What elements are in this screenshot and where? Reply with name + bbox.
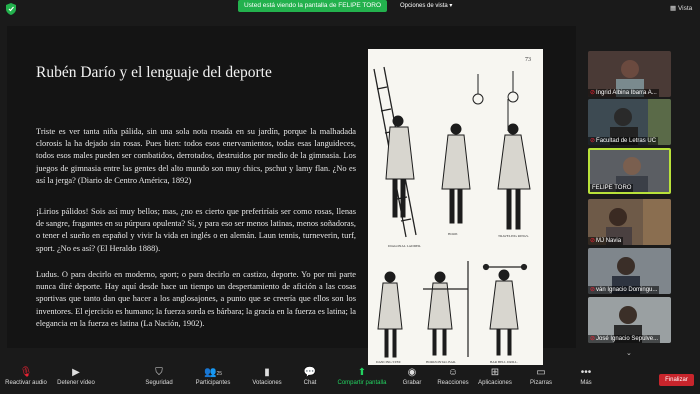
more-dots-icon: ••• (580, 367, 592, 378)
chat-label: Chat (303, 380, 317, 386)
participant-tile[interactable]: ⊘MJ Navia (588, 199, 671, 245)
record-label: Grabar (402, 380, 422, 386)
security-label: Seguridad (145, 380, 173, 386)
polls-button[interactable]: ▮ Votaciones (249, 366, 285, 386)
reactions-button[interactable]: ☺ Reacciones (436, 366, 470, 386)
participants-label: Participantes (195, 380, 231, 386)
shield-icon[interactable] (6, 3, 16, 15)
stop-video-label: Detener vídeo (57, 380, 95, 386)
share-arrow-icon: ⬆ (357, 367, 367, 378)
participant-name: FELIPE TORO (592, 185, 632, 191)
whiteboards-label: Pizarras (529, 380, 552, 386)
record-button[interactable]: ◉ Grabar (401, 366, 423, 386)
participant-tile[interactable]: ⊘Ingrid Albina Ibarra A... (588, 51, 671, 97)
security-button[interactable]: ⛉ Seguridad (142, 366, 176, 386)
people-icon: 👥 (203, 367, 217, 378)
shared-screen: Rubén Darío y el lenguaje del deporte Tr… (7, 26, 576, 367)
reactions-label: Reacciones (437, 380, 469, 386)
polls-label: Votaciones (252, 380, 282, 386)
bar-chart-icon: ▮ (264, 367, 270, 378)
participant-tile-active-speaker[interactable]: FELIPE TORO (588, 148, 671, 194)
chat-button[interactable]: 💬 Chat (300, 366, 320, 386)
participant-name: MJ Navia (596, 238, 622, 244)
mic-muted-icon: ⊘ (590, 336, 596, 342)
shield-icon: ⛉ (155, 367, 163, 378)
whiteboard-icon: ▭ (536, 367, 546, 378)
smiley-icon: ☺ (447, 367, 459, 378)
image-page-number: 73 (525, 57, 531, 63)
apps-label: Aplicaciones (478, 380, 512, 386)
gymnastics-illustration: 73 DIAGONAL LADDER. HOOP. TRAVELING RING… (368, 49, 543, 367)
mic-muted-icon: ⊘ (590, 90, 596, 96)
screen-share-banner: Usted está viendo la pantalla de FELIPE … (238, 0, 387, 12)
participant-name: ván Ignacio Domingu... (596, 287, 658, 293)
view-button[interactable]: ▦ Vista (670, 4, 692, 12)
caption-hoop: HOOP. (448, 232, 458, 236)
unmute-label: Reactivar audio (5, 380, 47, 386)
video-camera-icon: ▶ (72, 367, 80, 378)
share-screen-label: Compartir pantalla (337, 380, 387, 386)
slide-paragraph-1: Triste es ver tanta niña pálida, sin una… (36, 127, 356, 185)
slide-paragraph-2: ¡Lirios pálidos! Sois así muy bellos; ma… (36, 207, 356, 253)
participant-name: José Ignacio Sepúlve... (596, 336, 659, 342)
slide-paragraph-3: Ludus. O para decirlo en moderno, sport;… (36, 270, 356, 328)
more-button[interactable]: ••• Más (577, 366, 595, 386)
caption-diagonal-ladder: DIAGONAL LADDER. (388, 244, 421, 248)
view-button-label: Vista (677, 5, 693, 12)
caption-traveling-rings: TRAVELING RINGS. (498, 234, 529, 238)
record-icon: ◉ (407, 367, 417, 378)
participant-tile[interactable]: ⊘Facultad de Letras UC (588, 99, 671, 145)
apps-icon: ⊞ (490, 367, 500, 378)
mic-muted-icon: 🎙︎ (19, 367, 33, 378)
participants-button[interactable]: 👥25 Participantes (193, 366, 233, 386)
participant-tile[interactable]: ⊘José Ignacio Sepúlve... (588, 297, 671, 343)
participants-count: 25 (216, 371, 222, 377)
whiteboards-button[interactable]: ▭ Pizarras (528, 366, 554, 386)
chat-bubble-icon: 💬 (303, 367, 317, 378)
mic-muted-icon: ⊘ (590, 287, 596, 293)
top-bar: Usted está viendo la pantalla de FELIPE … (0, 0, 700, 18)
more-label: Más (580, 380, 592, 386)
caption-dancing-step: DANCING STEP. (376, 360, 401, 364)
end-meeting-button[interactable]: Finalizar (659, 374, 694, 386)
share-screen-button[interactable]: ⬆ Compartir pantalla (334, 366, 390, 386)
stop-video-button[interactable]: ▶ Detener vídeo (55, 366, 97, 386)
mic-muted-icon: ⊘ (590, 138, 596, 144)
unmute-button[interactable]: 🎙︎ Reactivar audio (4, 366, 48, 386)
view-options-button[interactable]: Opciones de vista ▾ (400, 2, 452, 9)
caption-bar-bell-drill: BAR BELL DRILL. (490, 360, 518, 364)
participant-name: Ingrid Albina Ibarra A... (596, 90, 657, 96)
mic-muted-icon: ⊘ (590, 238, 596, 244)
participant-name: Facultad de Letras UC (596, 138, 657, 144)
apps-button[interactable]: ⊞ Aplicaciones (476, 366, 514, 386)
caption-horizontal-bar: HORIZONTAL BAR. (426, 360, 456, 364)
slide-title: Rubén Darío y el lenguaje del deporte (36, 64, 272, 81)
chevron-down-icon[interactable]: ⌄ (626, 349, 632, 357)
participant-tile[interactable]: ⊘ván Ignacio Domingu... (588, 248, 671, 294)
grid-icon: ▦ (670, 5, 678, 12)
